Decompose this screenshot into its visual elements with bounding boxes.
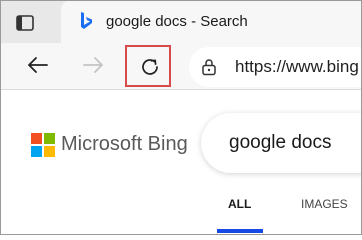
microsoft-logo-icon[interactable]: [31, 133, 55, 162]
search-box[interactable]: google docs: [201, 113, 361, 173]
bing-favicon-icon: [78, 11, 94, 31]
active-scope-indicator: [217, 229, 263, 233]
tab-bar: google docs - Search: [1, 1, 361, 43]
page-content: Microsoft Bing google docs ALL IMAGES: [1, 90, 361, 234]
browser-window: google docs - Search https://www.bing Mi…: [0, 0, 362, 235]
forward-arrow-icon: [83, 57, 103, 73]
tab-title: google docs - Search: [106, 13, 248, 30]
address-bar[interactable]: https://www.bing: [189, 47, 361, 87]
navigation-toolbar: https://www.bing: [1, 43, 361, 90]
refresh-icon: [142, 59, 158, 75]
bing-logo-text[interactable]: Microsoft Bing: [61, 133, 188, 156]
back-button[interactable]: [23, 50, 53, 80]
url-text[interactable]: https://www.bing: [235, 57, 359, 77]
refresh-button[interactable]: [125, 45, 171, 87]
forward-button[interactable]: [78, 50, 108, 80]
lock-icon[interactable]: [201, 58, 217, 81]
active-tab[interactable]: google docs - Search: [61, 1, 361, 43]
scope-tab-all[interactable]: ALL: [228, 197, 251, 211]
back-arrow-icon: [28, 57, 48, 73]
tab-actions-icon[interactable]: [15, 13, 35, 33]
scope-tab-images[interactable]: IMAGES: [301, 197, 348, 211]
search-query[interactable]: google docs: [229, 132, 331, 154]
